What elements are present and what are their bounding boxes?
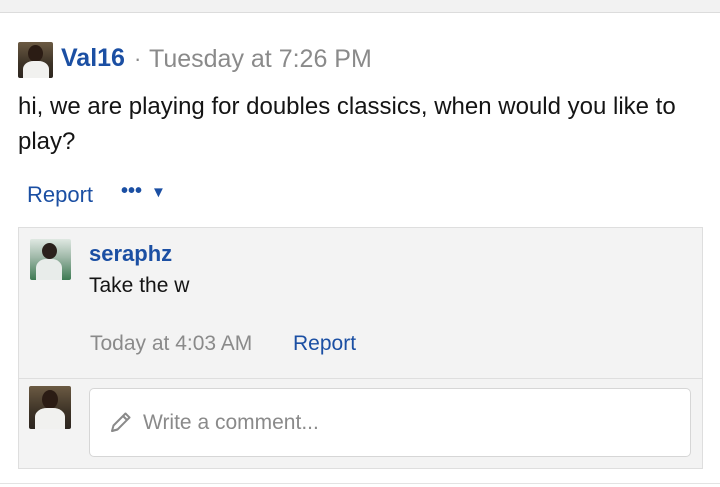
post-report-link[interactable]: Report (27, 182, 93, 208)
composer-divider (19, 378, 702, 379)
comment-author-avatar[interactable] (30, 239, 71, 280)
post-author-link[interactable]: Val16 (61, 44, 125, 73)
post-body: hi, we are playing for doubles classics,… (18, 93, 676, 155)
post-author-avatar[interactable] (18, 42, 53, 78)
comment-report-link[interactable]: Report (293, 332, 356, 356)
comment-timestamp[interactable]: Today at 4:03 AM (90, 332, 252, 356)
chevron-down-icon: ▼ (151, 184, 166, 201)
more-options-icon: ••• (121, 180, 143, 202)
comment-body: Take the w (89, 274, 190, 297)
post-timestamp[interactable]: Tuesday at 7:26 PM (149, 45, 372, 74)
comment-input[interactable]: Write a comment... (89, 388, 691, 457)
meta-separator: · (134, 46, 142, 71)
avatar-head (28, 45, 43, 62)
avatar-body (23, 61, 49, 78)
avatar-body (36, 259, 62, 280)
pencil-icon (111, 412, 131, 432)
comment-author-link[interactable]: seraphz (89, 241, 172, 267)
top-divider (0, 0, 720, 13)
current-user-avatar (29, 386, 71, 429)
comments-section: seraphz Take the w Today at 4:03 AM Repo… (18, 227, 703, 469)
avatar-body (35, 408, 65, 429)
avatar-head (42, 390, 58, 409)
avatar-head (42, 243, 57, 259)
bottom-divider (0, 483, 720, 484)
comment-placeholder: Write a comment... (143, 411, 319, 434)
